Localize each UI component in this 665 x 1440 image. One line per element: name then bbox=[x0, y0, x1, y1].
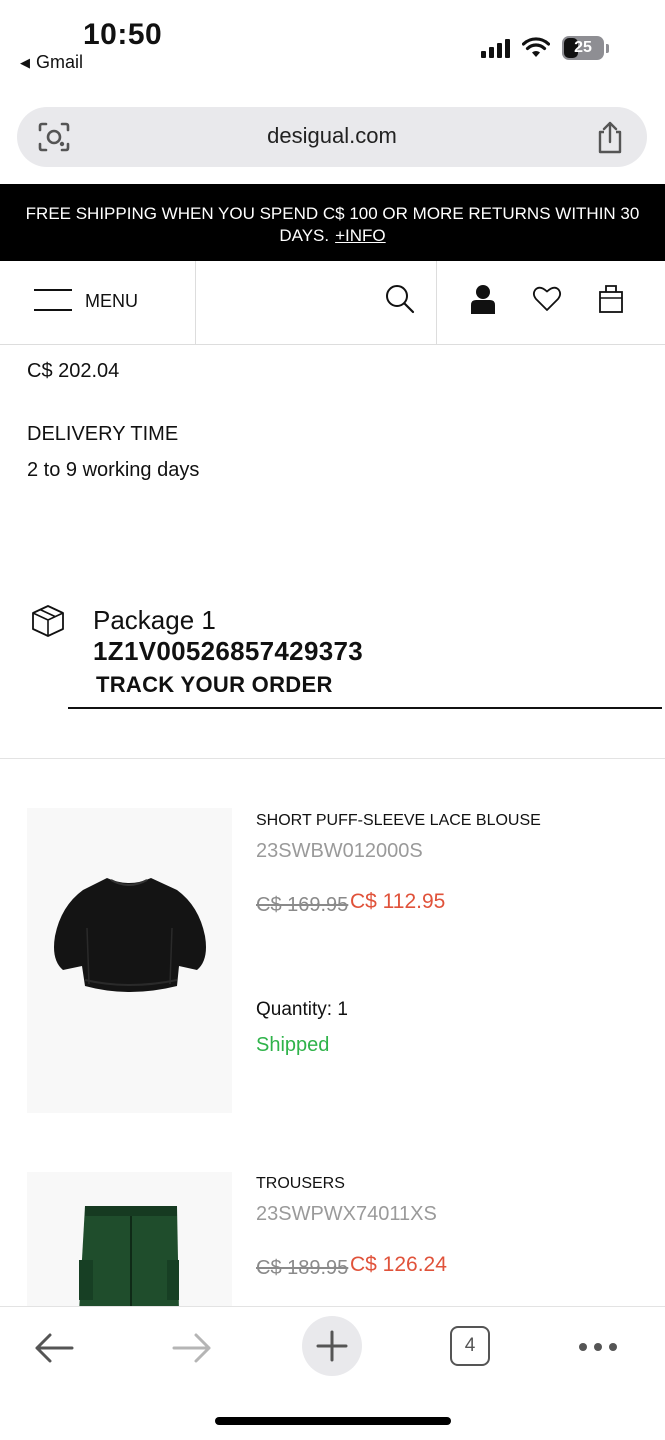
status-bar: 10:50 ◀ Gmail 25 bbox=[0, 0, 665, 92]
back-triangle-icon: ◀ bbox=[20, 54, 30, 70]
product-name[interactable]: SHORT PUFF-SLEEVE LACE BLOUSE bbox=[256, 812, 541, 830]
old-price: C$ 169.95 bbox=[256, 894, 349, 916]
tracking-number: 1Z1V00526857429373 bbox=[93, 636, 363, 666]
product-image-blouse[interactable] bbox=[27, 808, 232, 1113]
product-image-trousers[interactable] bbox=[27, 1172, 232, 1312]
product-ref: 23SWPWX74011XS bbox=[256, 1203, 437, 1225]
menu-label: MENU bbox=[85, 291, 138, 311]
track-order-link[interactable]: TRACK YOUR ORDER bbox=[96, 672, 333, 698]
quantity: Quantity: 1 bbox=[256, 999, 348, 1020]
old-price: C$ 189.95 bbox=[256, 1257, 349, 1279]
delivery-time-title: DELIVERY TIME bbox=[27, 423, 179, 445]
home-indicator bbox=[215, 1417, 451, 1425]
green-trousers-image bbox=[79, 1206, 179, 1312]
battery-level: 25 bbox=[574, 39, 592, 56]
product-name[interactable]: TROUSERS bbox=[256, 1175, 345, 1193]
order-total: C$ 202.04 bbox=[27, 360, 120, 382]
clock: 10:50 bbox=[83, 18, 163, 51]
section-divider bbox=[0, 758, 665, 759]
plus-icon bbox=[316, 1330, 348, 1362]
more-options-icon[interactable] bbox=[578, 1342, 618, 1352]
status-icons: 25 bbox=[481, 36, 609, 60]
delivery-time-value: 2 to 9 working days bbox=[27, 459, 200, 481]
package-box-icon bbox=[32, 605, 64, 637]
new-tab-button[interactable] bbox=[302, 1316, 362, 1376]
hamburger-icon bbox=[34, 289, 72, 311]
shipping-status: Shipped bbox=[256, 1034, 330, 1056]
battery-icon: 25 bbox=[562, 36, 604, 60]
battery-cap bbox=[606, 43, 609, 53]
account-icon[interactable] bbox=[469, 283, 497, 315]
sale-price: C$ 112.95 bbox=[350, 890, 446, 913]
url-text: desigual.com bbox=[267, 123, 397, 148]
menu-button[interactable]: MENU bbox=[0, 261, 196, 344]
black-lace-blouse-image bbox=[54, 878, 206, 992]
back-arrow-icon[interactable] bbox=[32, 1331, 76, 1365]
wifi-icon bbox=[522, 37, 550, 57]
site-header: MENU bbox=[0, 261, 665, 345]
info-link[interactable]: +INFO bbox=[335, 226, 386, 245]
back-to-app-link[interactable]: ◀ Gmail bbox=[20, 52, 83, 73]
share-icon[interactable] bbox=[595, 120, 625, 154]
wishlist-heart-icon[interactable] bbox=[532, 284, 562, 314]
forward-arrow-icon[interactable] bbox=[170, 1331, 214, 1365]
promo-banner: FREE SHIPPING WHEN YOU SPEND C$ 100 OR M… bbox=[0, 184, 665, 261]
back-app-label: Gmail bbox=[36, 52, 84, 72]
package-label: Package 1 bbox=[93, 605, 216, 635]
search-icon bbox=[386, 285, 415, 314]
product-ref: 23SWBW012000S bbox=[256, 840, 423, 862]
cellular-signal-icon bbox=[481, 38, 510, 58]
sale-price: C$ 126.24 bbox=[350, 1253, 447, 1276]
track-order-underline bbox=[68, 707, 662, 709]
promo-text: FREE SHIPPING WHEN YOU SPEND C$ 100 OR M… bbox=[25, 204, 640, 245]
shopping-bag-icon[interactable] bbox=[597, 282, 625, 314]
search-button[interactable] bbox=[196, 261, 437, 344]
address-bar[interactable]: desigual.com bbox=[17, 107, 647, 167]
tabs-button[interactable]: 4 bbox=[450, 1326, 490, 1366]
